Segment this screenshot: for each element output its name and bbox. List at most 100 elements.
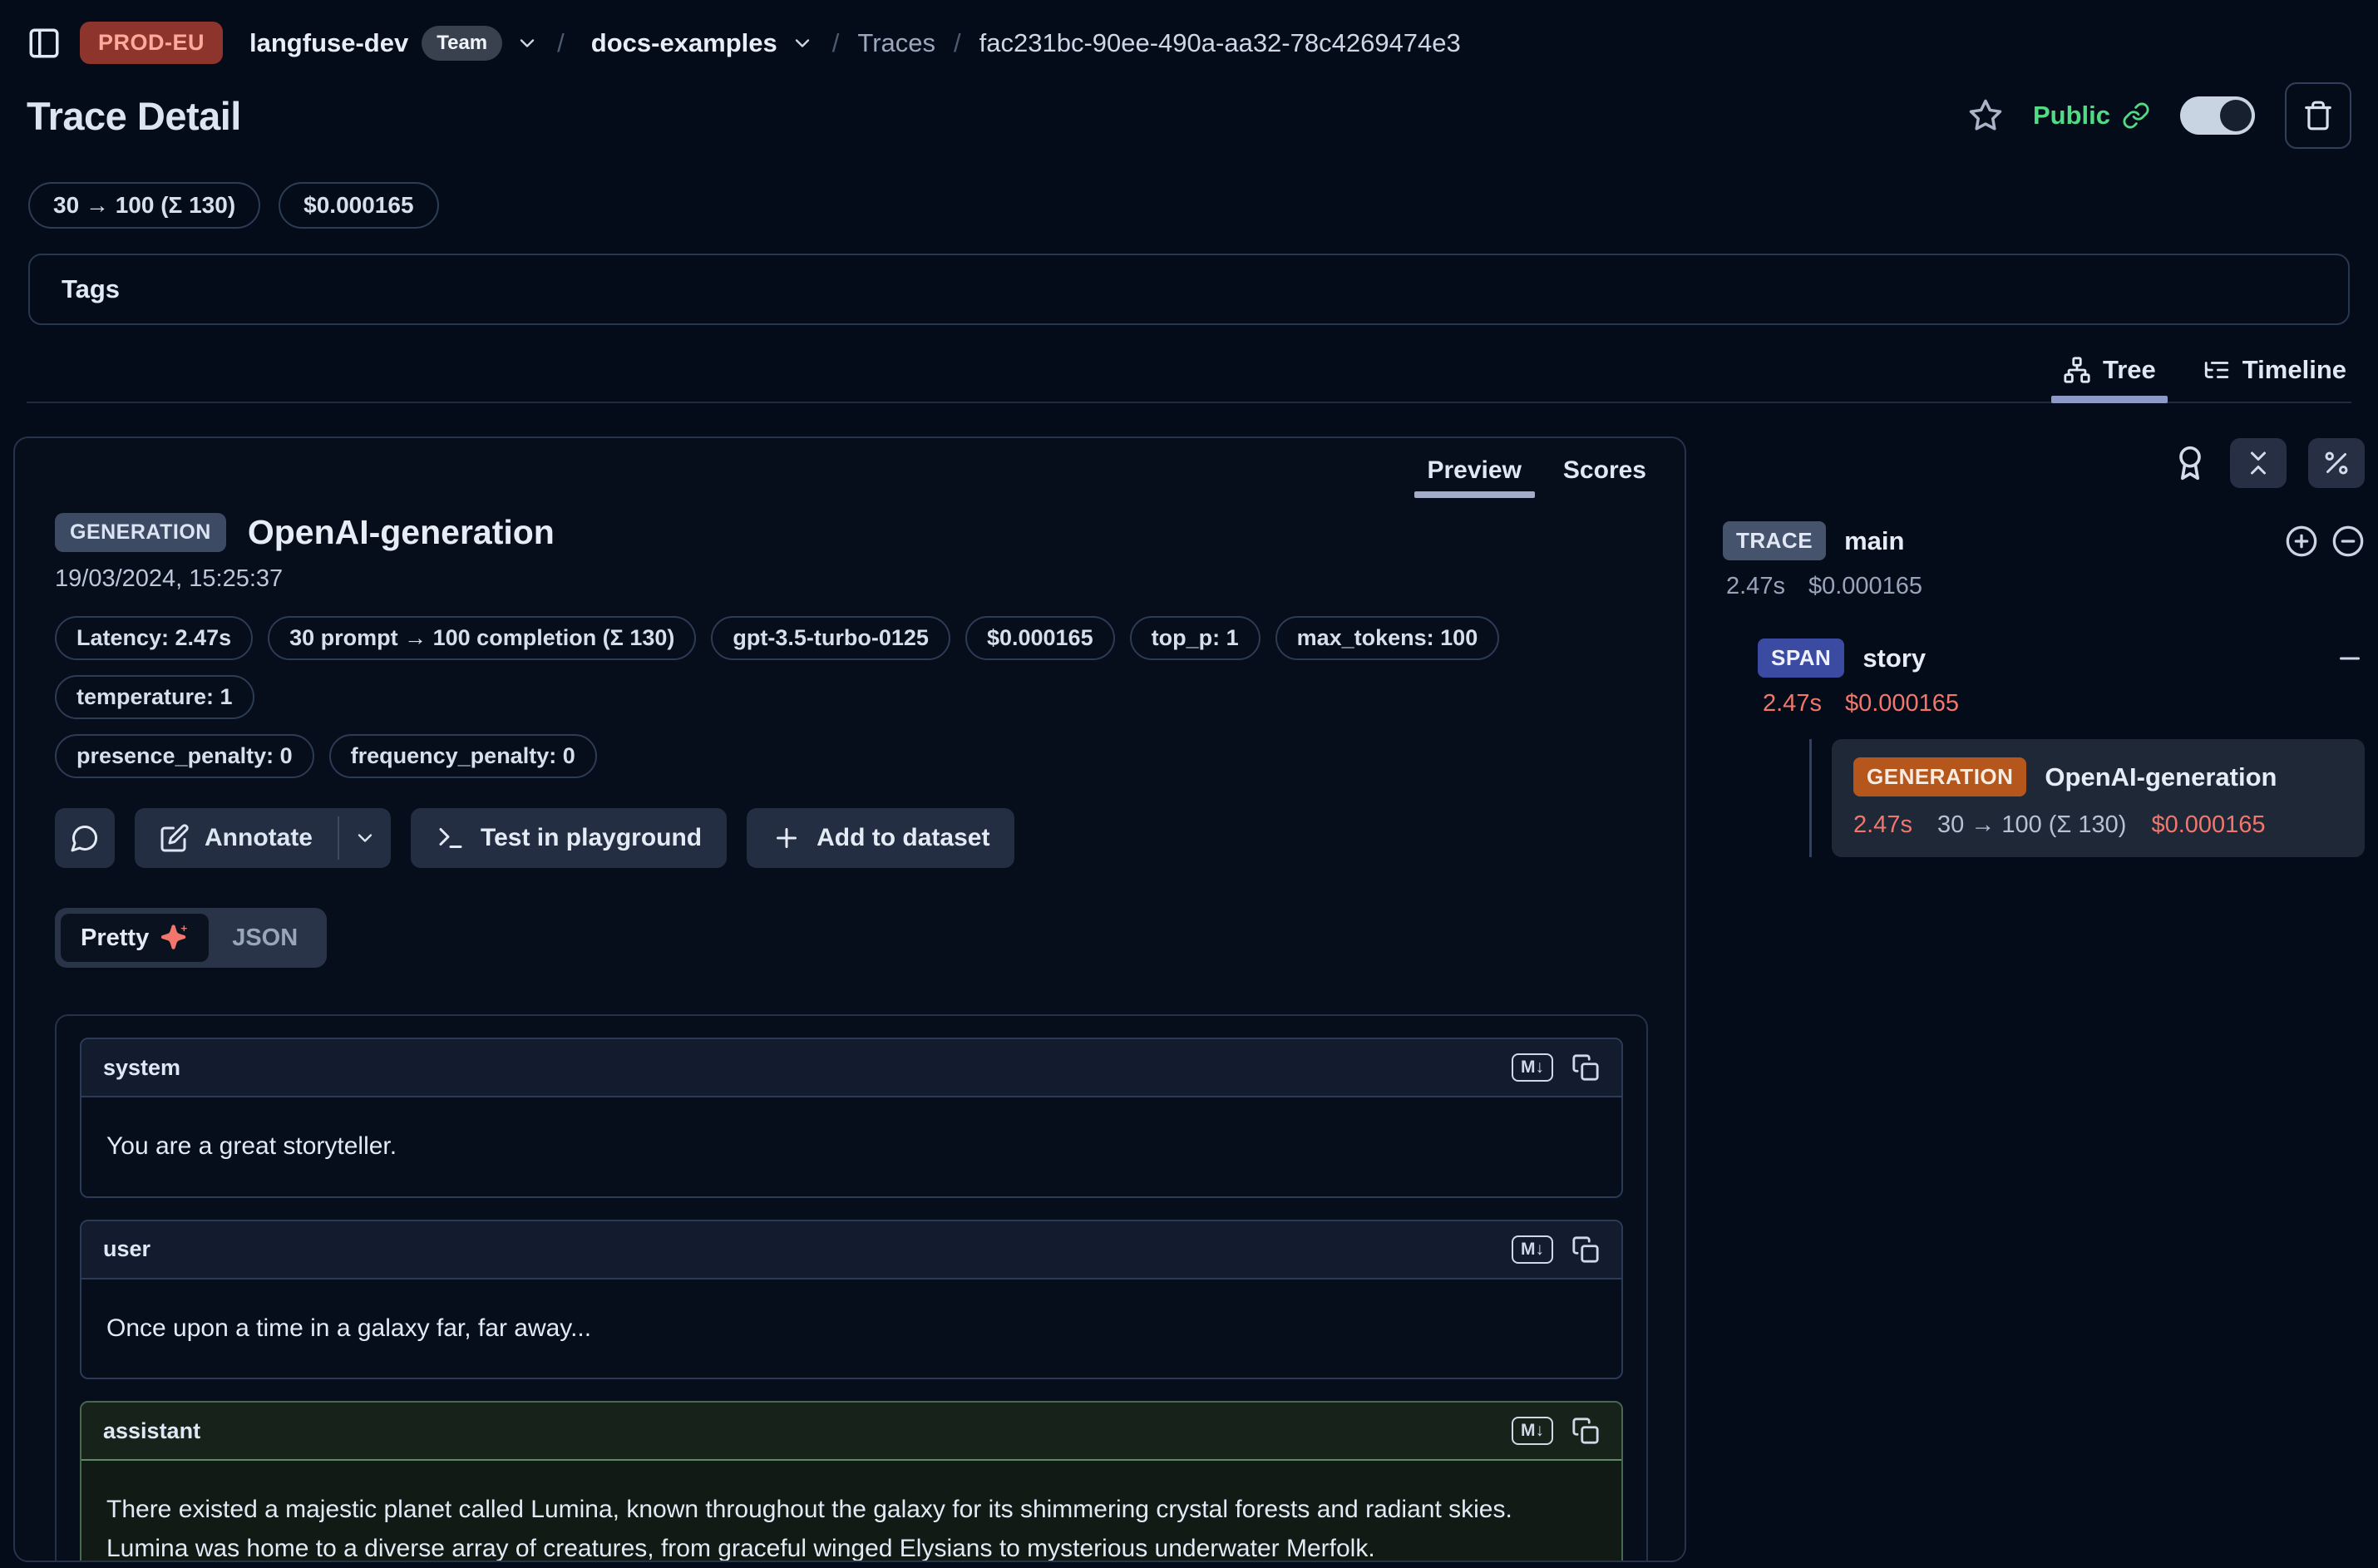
generation-latency: 2.47s: [1853, 811, 1912, 839]
copy-icon[interactable]: [1571, 1235, 1600, 1264]
observation-badges: Latency: 2.47s 30 prompt → 100 completio…: [55, 616, 1648, 778]
public-share-link[interactable]: Public: [2033, 101, 2150, 131]
frequency-penalty-badge: frequency_penalty: 0: [329, 734, 597, 778]
format-pretty-segment[interactable]: Pretty: [61, 914, 209, 962]
trace-node[interactable]: TRACE main: [1723, 521, 2365, 560]
view-tabs: Tree Timeline: [27, 355, 2351, 403]
message-header-icons: M↓: [1512, 1053, 1600, 1082]
breadcrumb-traces-link[interactable]: Traces: [857, 28, 935, 58]
generation-tokens: 30 → 100 (Σ 130): [1937, 811, 2127, 839]
pretty-label: Pretty: [81, 925, 149, 952]
span-metrics: 2.47s $0.000165: [1763, 690, 2365, 717]
message-paragraph: You are a great storyteller.: [106, 1127, 1596, 1166]
annotate-button[interactable]: Annotate: [135, 808, 338, 868]
breadcrumb-project[interactable]: docs-examples: [591, 28, 814, 58]
span-node[interactable]: SPAN story 2.47s $0.000165 GENERATION: [1758, 639, 2365, 857]
message-assistant: assistant M↓ There existed a majestic pl…: [80, 1401, 1623, 1562]
observation-timestamp: 19/03/2024, 15:25:37: [55, 565, 1648, 593]
delete-trace-button[interactable]: [2285, 82, 2351, 149]
tab-timeline[interactable]: Timeline: [2203, 355, 2346, 402]
collapse-node-icon[interactable]: [2331, 525, 2365, 558]
observation-title: OpenAI-generation: [248, 513, 555, 552]
breadcrumb-separator: /: [557, 28, 565, 58]
tags-box[interactable]: Tags: [28, 254, 2350, 325]
percent-icon: [2321, 448, 2351, 478]
show-percentages-button[interactable]: [2308, 438, 2365, 488]
tab-tree[interactable]: Tree: [2063, 355, 2156, 402]
tree-icon: [2063, 356, 2091, 384]
generation-badge: GENERATION: [1853, 757, 2026, 796]
trace-summary-badges: 30 → 100 (Σ 130) $0.000165: [27, 182, 2351, 229]
annotate-dropdown-button[interactable]: [339, 808, 391, 868]
message-paragraph: There existed a majestic planet called L…: [106, 1491, 1596, 1562]
observation-body: GENERATION OpenAI-generation 19/03/2024,…: [15, 498, 1685, 1562]
main-content: Preview Scores GENERATION OpenAI-generat…: [0, 436, 2378, 1562]
chevrons-collapse-icon: [2243, 448, 2273, 478]
breadcrumb-trace-id: fac231bc-90ee-490a-aa32-78c4269474e3: [979, 28, 1461, 58]
public-toggle[interactable]: [2180, 96, 2255, 135]
star-icon[interactable]: [1968, 98, 2003, 133]
message-role: assistant: [103, 1418, 200, 1444]
generation-cost: $0.000165: [2151, 811, 2265, 839]
org-plan-badge: Team: [422, 26, 502, 61]
message-role: user: [103, 1236, 150, 1262]
message-header: user M↓: [81, 1221, 1621, 1280]
trace-badge: TRACE: [1723, 521, 1826, 560]
tokens-badge: 30 prompt → 100 completion (Σ 130): [268, 616, 696, 660]
messages-container: system M↓ You are a great storyteller. u…: [55, 1014, 1648, 1562]
copy-icon[interactable]: [1571, 1417, 1600, 1445]
format-toggle: Pretty JSON: [55, 908, 327, 968]
message-content: Once upon a time in a galaxy far, far aw…: [81, 1280, 1621, 1378]
generation-metrics: 2.47s 30 → 100 (Σ 130) $0.000165: [1853, 811, 2343, 839]
playground-label: Test in playground: [481, 824, 702, 852]
badge-row-1: Latency: 2.47s 30 prompt → 100 completio…: [55, 616, 1648, 719]
minus-icon[interactable]: [2335, 643, 2365, 673]
chevron-down-icon[interactable]: [516, 32, 539, 55]
trash-icon: [2302, 100, 2334, 131]
top-bar: PROD-EU langfuse-dev Team / docs-example…: [0, 0, 2378, 403]
top-p-badge: top_p: 1: [1130, 616, 1261, 660]
trace-node-controls: [2285, 525, 2365, 558]
sidebar-toggle-icon[interactable]: [27, 26, 62, 61]
environment-badge[interactable]: PROD-EU: [80, 22, 223, 64]
annotate-split-button: Annotate: [135, 808, 391, 868]
message-header: system M↓: [81, 1039, 1621, 1097]
breadcrumb-org[interactable]: langfuse-dev Team: [249, 26, 539, 61]
tab-timeline-label: Timeline: [2242, 355, 2346, 385]
markdown-toggle-icon[interactable]: M↓: [1512, 1053, 1553, 1082]
model-badge[interactable]: gpt-3.5-turbo-0125: [711, 616, 950, 660]
chevron-down-icon[interactable]: [791, 32, 814, 55]
badge-row-2: presence_penalty: 0 frequency_penalty: 0: [55, 734, 1648, 778]
add-to-dataset-label: Add to dataset: [817, 824, 989, 852]
format-json-segment[interactable]: JSON: [209, 915, 321, 962]
tab-preview[interactable]: Preview: [1428, 456, 1522, 498]
markdown-toggle-icon[interactable]: M↓: [1512, 1417, 1553, 1445]
comment-button[interactable]: [55, 808, 115, 868]
generation-node-wrapper: GENERATION OpenAI-generation 2.47s 30 → …: [1809, 739, 2365, 857]
trace-tokens-badge: 30 → 100 (Σ 130): [28, 182, 260, 229]
copy-icon[interactable]: [1571, 1053, 1600, 1082]
trace-metrics: 2.47s $0.000165: [1723, 573, 2365, 600]
generation-node-selected[interactable]: GENERATION OpenAI-generation 2.47s 30 → …: [1832, 739, 2365, 857]
message-header: assistant M↓: [81, 1403, 1621, 1461]
message-paragraph: Once upon a time in a galaxy far, far aw…: [106, 1309, 1596, 1349]
message-role: system: [103, 1055, 180, 1081]
trace-cost-badge: $0.000165: [279, 182, 438, 229]
markdown-toggle-icon[interactable]: M↓: [1512, 1235, 1553, 1264]
message-header-icons: M↓: [1512, 1235, 1600, 1264]
award-icon[interactable]: [2172, 445, 2208, 481]
observation-header: GENERATION OpenAI-generation: [55, 513, 1648, 552]
project-name: docs-examples: [591, 28, 777, 58]
tab-scores[interactable]: Scores: [1563, 456, 1646, 498]
trace-tree-panel: TRACE main 2.47s $0.000165 SPAN story: [1723, 436, 2365, 1562]
chevron-down-icon: [353, 826, 377, 850]
trace-cost: $0.000165: [1808, 573, 1922, 600]
latency-badge: Latency: 2.47s: [55, 616, 253, 660]
test-in-playground-button[interactable]: Test in playground: [411, 808, 727, 868]
collapse-all-button[interactable]: [2230, 438, 2287, 488]
temperature-badge: temperature: 1: [55, 675, 254, 719]
span-name: story: [1862, 643, 1926, 673]
add-to-dataset-button[interactable]: Add to dataset: [747, 808, 1014, 868]
expand-all-icon[interactable]: [2285, 525, 2318, 558]
timeline-icon: [2203, 356, 2231, 384]
